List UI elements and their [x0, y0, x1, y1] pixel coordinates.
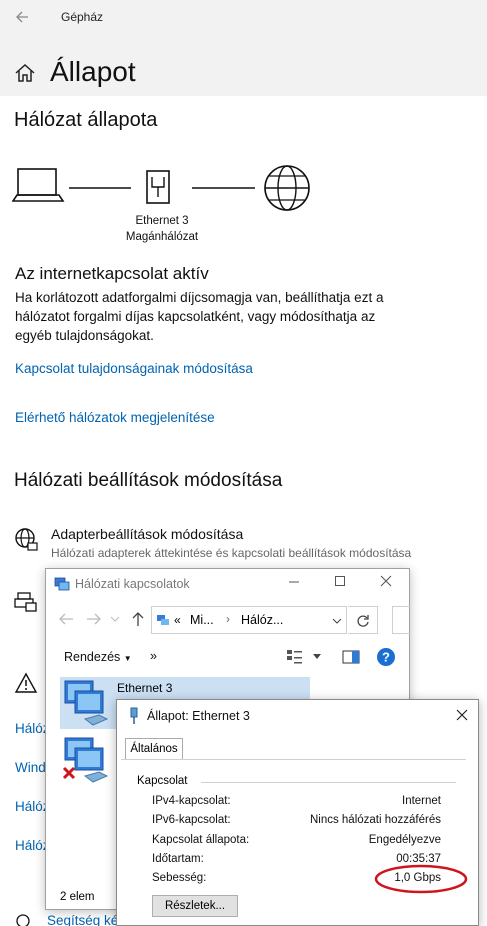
close-button[interactable] — [377, 574, 395, 590]
connection-group-label: Kapcsolat — [137, 775, 188, 787]
show-available-networks-link[interactable]: Elérhető hálózatok megjelenítése — [15, 410, 215, 425]
address-network-icon — [157, 615, 169, 625]
minimize-button[interactable] — [285, 574, 303, 590]
back-arrow-icon — [16, 11, 28, 23]
view-dropdown-icon[interactable] — [312, 653, 322, 661]
help-link[interactable]: Segítség ké — [47, 913, 118, 926]
svg-text:?: ? — [382, 650, 390, 665]
network-diagram — [12, 165, 310, 211]
more-commands-button[interactable]: » — [150, 649, 157, 663]
speed-label: Sebesség: — [152, 872, 207, 884]
connection-description: Ha korlátozott adatforgalmi díjcsomagja … — [15, 290, 384, 343]
change-connection-properties-link[interactable]: Kapcsolat tulajdonságainak módosítása — [15, 361, 253, 376]
refresh-icon — [357, 615, 369, 627]
duration-label: Időtartam: — [152, 853, 204, 865]
search-box[interactable] — [392, 606, 411, 634]
address-bar[interactable]: « Mi... › Hálóz... — [151, 606, 347, 634]
address-part-1[interactable]: Mi... — [190, 613, 214, 627]
network-adapter-icon — [64, 680, 109, 726]
help-icon — [16, 914, 30, 926]
ethernet-status-dialog: Állapot: Ethernet 3 Általános Kapcsolat … — [116, 699, 479, 926]
preview-pane-icon[interactable] — [342, 649, 360, 665]
disconnected-adapter-icon — [62, 737, 109, 783]
address-prefix: « — [174, 613, 181, 627]
network-connections-icon — [54, 577, 70, 591]
laptop-icon — [12, 168, 65, 202]
adapter-name-label: Ethernet 3 — [135, 215, 189, 227]
back-nav-icon[interactable] — [58, 612, 74, 626]
ipv6-value: Nincs hálózati hozzáférés — [309, 814, 441, 826]
adapter-options-title[interactable]: Adapterbeállítások módosítása — [51, 526, 243, 542]
tab-general[interactable]: Általános — [125, 738, 183, 760]
back-button[interactable] — [10, 6, 34, 28]
ipv4-value: Internet — [402, 795, 441, 807]
details-button[interactable]: Részletek... — [152, 895, 238, 917]
ethernet-port-icon — [146, 170, 170, 204]
organize-label: Rendezés — [64, 650, 121, 664]
change-settings-heading: Hálózati beállítások módosítása — [14, 470, 283, 491]
ipv6-label: IPv6-kapcsolat: — [152, 814, 231, 826]
warning-icon — [14, 672, 38, 693]
adapter-options-desc: Hálózati adapterek áttekintése és kapcso… — [51, 546, 412, 560]
ipv4-label: IPv4-kapcsolat: — [152, 795, 231, 807]
ethernet-dialog-icon — [130, 707, 138, 724]
refresh-button[interactable] — [348, 606, 378, 634]
screenshot-root: Gépház Állapot Hálózat állapota Ethernet… — [0, 0, 487, 926]
address-separator-icon: › — [226, 612, 230, 626]
up-nav-icon[interactable] — [131, 611, 145, 627]
globe-icon — [264, 165, 310, 211]
address-part-2[interactable]: Hálóz... — [241, 613, 283, 627]
forward-nav-icon[interactable] — [86, 612, 102, 626]
organize-dropdown-icon: ▼ — [123, 654, 132, 663]
dialog-title: Állapot: Ethernet 3 — [147, 709, 250, 723]
list-item-name: Ethernet 3 — [117, 681, 173, 695]
truncated-link-2[interactable]: Wind — [15, 760, 46, 775]
help-button-icon[interactable]: ? — [376, 647, 396, 667]
recent-dropdown-icon[interactable] — [110, 615, 120, 623]
maximize-icon — [335, 576, 345, 586]
connection-active-heading: Az internetkapcsolat aktív — [15, 264, 209, 283]
maximize-button[interactable] — [331, 574, 349, 590]
close-icon — [380, 575, 392, 587]
dialog-close-button[interactable] — [455, 708, 473, 724]
item-count: 2 elem — [60, 891, 95, 903]
address-dropdown-icon[interactable] — [332, 617, 342, 625]
group-divider — [201, 782, 456, 783]
speed-highlight-ellipse — [374, 864, 468, 894]
explorer-title: Hálózati kapcsolatok — [75, 577, 190, 591]
page-title: Állapot — [50, 56, 136, 87]
home-icon — [15, 63, 35, 82]
connection-state-label: Kapcsolat állapota: — [152, 834, 250, 846]
change-view-icon[interactable] — [286, 649, 304, 665]
sharing-options-icon — [14, 592, 37, 612]
organize-button[interactable]: Rendezés ▼ — [64, 650, 132, 664]
connection-state-value: Engedélyezve — [368, 834, 441, 846]
app-title: Gépház — [61, 10, 104, 24]
network-type-label: Magánhálózat — [125, 231, 199, 243]
minimize-icon — [289, 581, 299, 583]
adapter-options-icon — [15, 528, 38, 551]
close-icon — [456, 709, 468, 721]
network-status-heading: Hálózat állapota — [14, 109, 158, 131]
